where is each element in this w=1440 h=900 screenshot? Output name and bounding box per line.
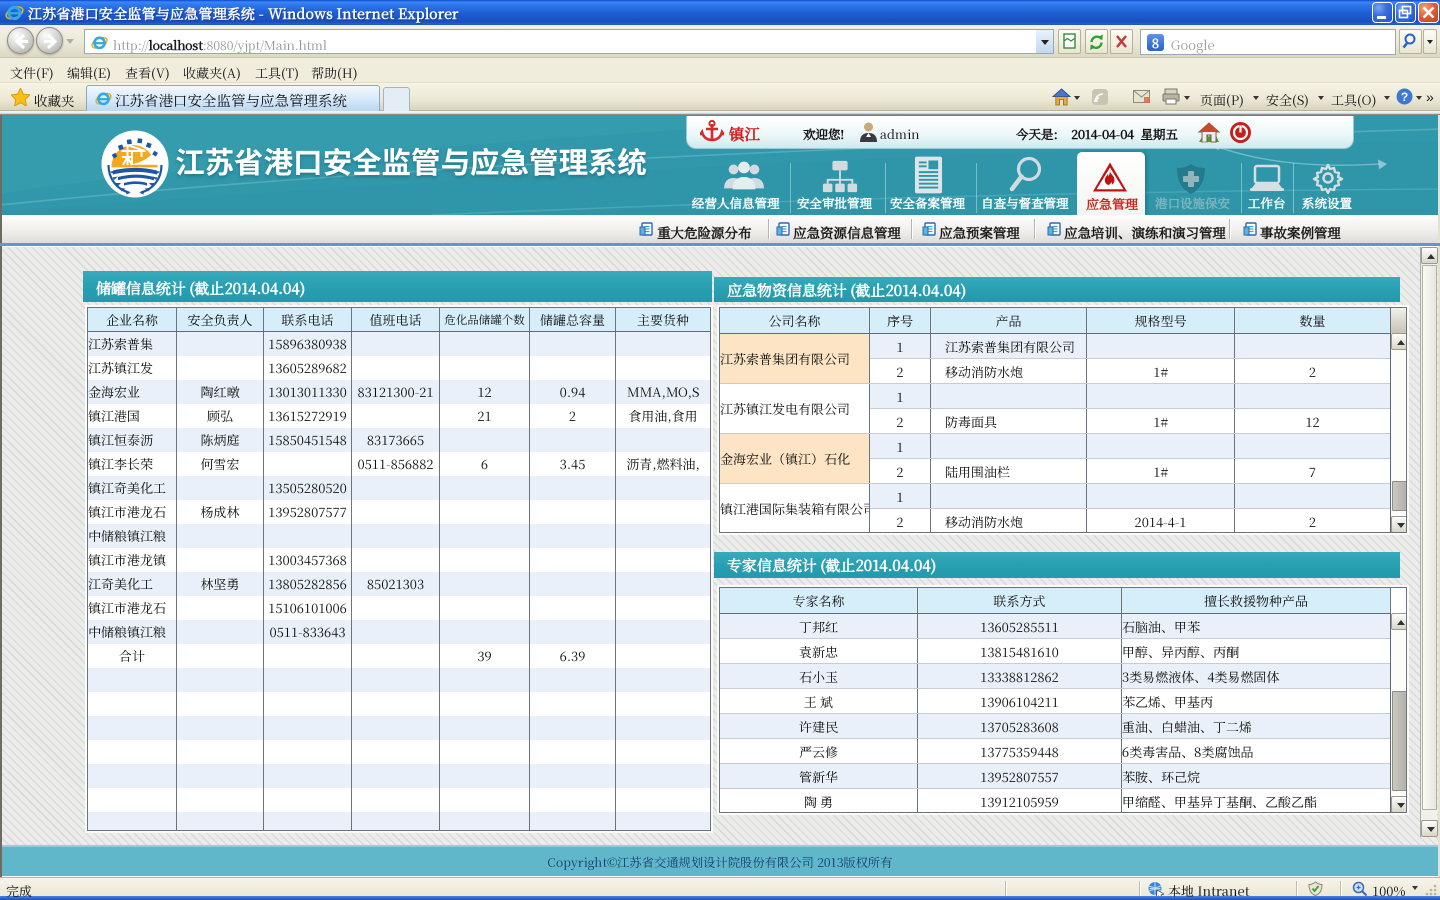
svg-text:?: ? bbox=[1401, 90, 1408, 104]
